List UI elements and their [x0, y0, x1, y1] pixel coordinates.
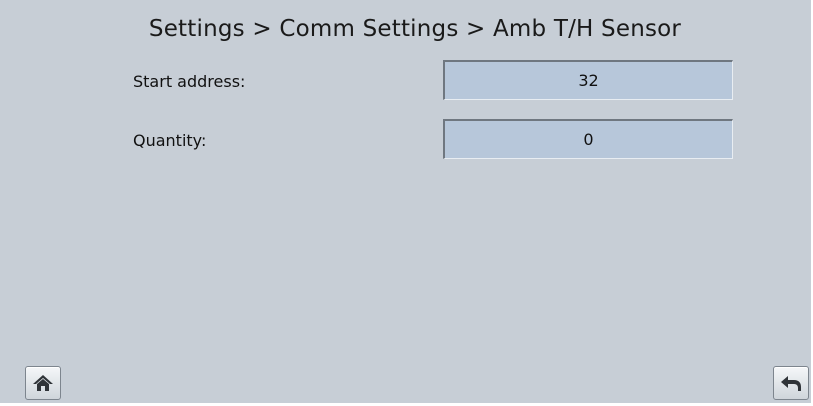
breadcrumb: Settings > Comm Settings > Amb T/H Senso…	[148, 16, 682, 42]
settings-screen: Settings > Comm Settings > Amb T/H Senso…	[0, 0, 813, 406]
start-address-value: 32	[578, 71, 599, 90]
quantity-field[interactable]: 0	[443, 119, 733, 159]
back-arrow-icon	[781, 376, 801, 391]
back-button[interactable]	[773, 366, 809, 400]
start-address-field[interactable]: 32	[443, 60, 733, 100]
home-icon	[33, 375, 53, 391]
quantity-label: Quantity:	[133, 131, 207, 150]
quantity-value: 0	[583, 130, 594, 149]
home-button[interactable]	[25, 366, 61, 400]
start-address-label: Start address:	[133, 72, 246, 91]
